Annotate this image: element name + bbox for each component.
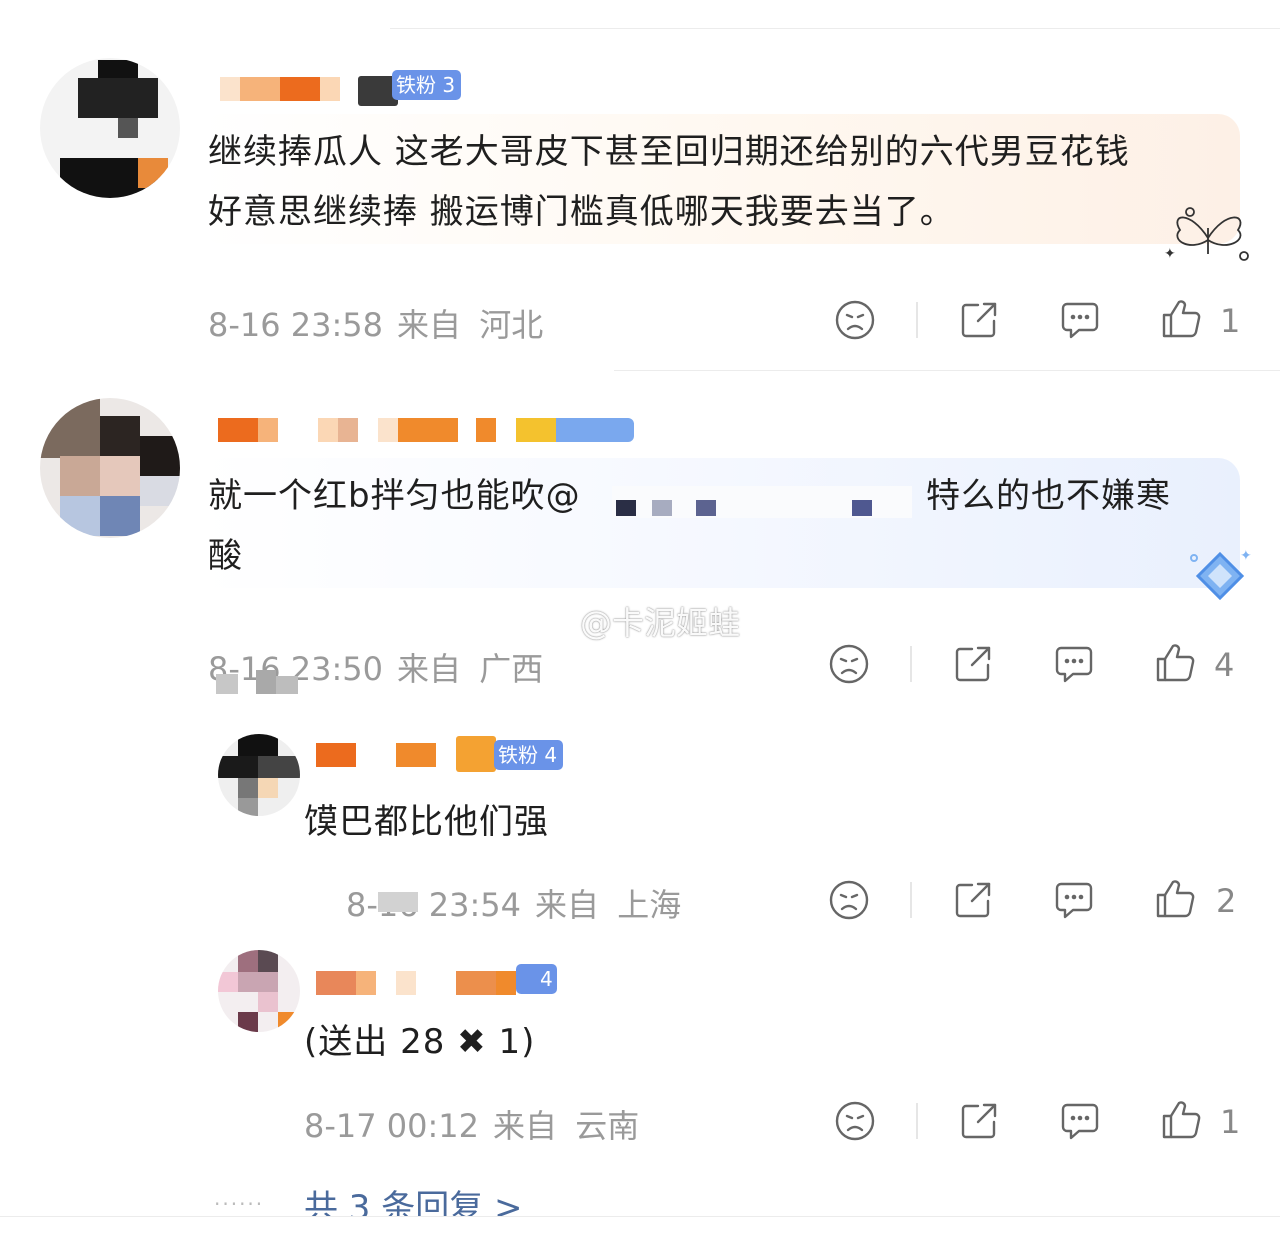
share-icon[interactable] (958, 1100, 1000, 1142)
dislike-icon[interactable] (828, 879, 870, 921)
comment-meta: 8-16 23:58 来自 河北 (208, 300, 543, 346)
top-divider (390, 28, 1280, 29)
location: 河北 (479, 306, 544, 344)
avatar[interactable] (218, 950, 300, 1032)
watermark: @卡泥姬蛙 (580, 604, 741, 642)
fan-badge: 铁粉 4 (494, 740, 564, 770)
svg-text:✦: ✦ (1164, 246, 1176, 262)
share-icon[interactable] (952, 879, 994, 921)
reply-text: (送出 28 ✖ 1) (304, 1022, 536, 1062)
action-separator (916, 302, 918, 338)
like-icon[interactable] (1154, 878, 1196, 920)
location: 云南 (575, 1107, 640, 1145)
like-icon[interactable] (1160, 1099, 1202, 1141)
from-label: 来自 (397, 306, 462, 344)
action-separator (916, 1103, 918, 1139)
fan-badge: 4 (516, 964, 557, 994)
avatar[interactable] (40, 58, 180, 198)
comment-text-line-1: 继续捧瓜人 这老大哥皮下甚至回归期还给别的六代男豆花钱 (208, 132, 1130, 172)
reply-meta: 8-17 00:12 来自 云南 (304, 1101, 639, 1147)
mosaic-overlay (378, 892, 418, 912)
action-separator (910, 646, 912, 682)
user-icon-blurred (456, 736, 496, 772)
reply-text: 馍巴都比他们强 (304, 802, 549, 842)
share-icon[interactable] (952, 643, 994, 685)
reply-time: 8-17 00:12 (304, 1107, 480, 1145)
diamond-decoration-icon: ✦ (1180, 546, 1260, 606)
from-label: 来自 (493, 1107, 558, 1145)
like-icon[interactable] (1154, 642, 1196, 684)
dislike-icon[interactable] (834, 299, 876, 341)
from-label: 来自 (397, 650, 462, 688)
dislike-icon[interactable] (834, 1100, 876, 1142)
reply-time: 8-16 23:54 (346, 886, 522, 924)
username-blurred[interactable] (218, 413, 638, 447)
comment-text-prefix: 就一个红b拌匀也能吹@ (208, 476, 581, 516)
share-icon[interactable] (958, 299, 1000, 341)
comment-divider (614, 370, 1280, 371)
like-count: 4 (1214, 646, 1235, 684)
mosaic-overlay (216, 670, 316, 694)
like-count: 1 (1220, 1103, 1241, 1141)
svg-text:✦: ✦ (1240, 548, 1252, 564)
comment-text-line-2: 好意思继续捧 搬运博门槛真低哪天我要去当了。 (208, 192, 955, 232)
butterfly-decoration-icon: ✦ (1160, 200, 1256, 270)
comment-icon[interactable] (1053, 643, 1095, 685)
fan-badge: 铁粉 3 (392, 70, 462, 100)
comment-time: 8-16 23:58 (208, 306, 384, 344)
from-label: 来自 (535, 886, 600, 924)
like-count: 1 (1220, 302, 1241, 340)
action-separator (910, 882, 912, 918)
comment-text-line-2: 酸 (208, 536, 243, 576)
location: 上海 (617, 886, 682, 924)
username-blurred[interactable] (316, 738, 476, 772)
like-icon[interactable] (1160, 298, 1202, 340)
comment-icon[interactable] (1059, 299, 1101, 341)
location: 广西 (479, 650, 544, 688)
dislike-icon[interactable] (828, 643, 870, 685)
comment-icon[interactable] (1059, 1100, 1101, 1142)
mention-blurred[interactable] (612, 486, 912, 518)
avatar[interactable] (40, 398, 180, 538)
comment-icon[interactable] (1053, 879, 1095, 921)
comment-text-suffix: 特么的也不嫌寒 (926, 476, 1171, 516)
bottom-divider (0, 1216, 1280, 1234)
comment-text-line-1: 就一个红b拌匀也能吹@ (208, 466, 581, 526)
more-replies-dots: ······ (214, 1192, 265, 1216)
avatar[interactable] (218, 734, 300, 816)
like-count: 2 (1216, 882, 1237, 920)
